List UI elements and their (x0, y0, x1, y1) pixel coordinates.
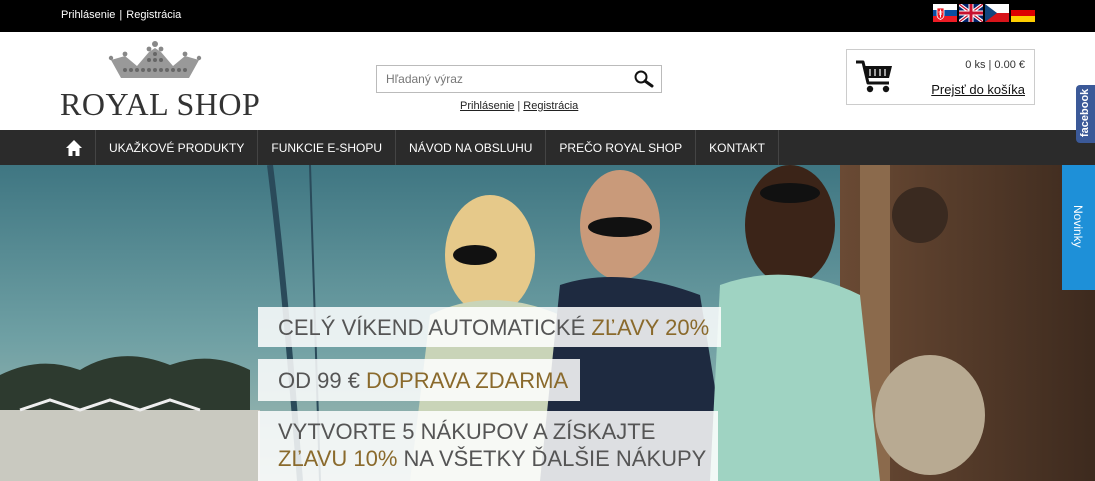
header-register-link[interactable]: Registrácia (523, 100, 578, 112)
promo-banner-weekend-discount: CELÝ VÍKEND AUTOMATICKÉ ZĽAVY 20% (258, 307, 722, 347)
promo-3-accent: ZĽAVU 10% (278, 446, 398, 471)
nav-item-ukazkove-produkty[interactable]: UKAŽKOVÉ PRODUKTY (96, 130, 259, 165)
de-flag-icon[interactable] (1011, 4, 1035, 22)
logo-text: ROYAL SHOP (60, 86, 261, 122)
novinky-tab[interactable]: Novinky (1062, 165, 1095, 290)
promo-1-accent: ZĽAVY 20% (591, 315, 710, 340)
header-account-links: Prihlásenie | Registrácia (460, 100, 578, 112)
top-account-links: Prihlásenie | Registrácia (61, 9, 181, 21)
promo-banner-loyalty-discount: VYTVORTE 5 NÁKUPOV A ZÍSKAJTE ZĽAVU 10% … (258, 411, 719, 481)
top-login-link[interactable]: Prihlásenie (61, 9, 115, 21)
facebook-tab[interactable]: facebook (1076, 85, 1095, 143)
top-bar: Prihlásenie | Registrácia (0, 0, 1095, 32)
top-links-separator: | (119, 9, 123, 21)
nav-item-kontakt[interactable]: KONTAKT (696, 130, 779, 165)
nav-home[interactable] (60, 130, 96, 165)
nav-item-funkcie-eshopu[interactable]: FUNKCIE E-SHOPU (258, 130, 397, 165)
go-to-cart-link[interactable]: Prejsť do košíka (931, 82, 1025, 97)
crown-icon (108, 41, 202, 78)
top-register-link[interactable]: Registrácia (126, 9, 181, 21)
promo-2-text: OD 99 € (278, 368, 367, 393)
cz-flag-icon[interactable] (985, 4, 1009, 22)
promo-1-text: CELÝ VÍKEND AUTOMATICKÉ (278, 315, 592, 340)
logo[interactable]: ROYAL SHOP (60, 40, 260, 122)
header-links-separator: | (517, 100, 521, 112)
header-login-link[interactable]: Prihlásenie (460, 100, 514, 112)
hero-banner[interactable]: CELÝ VÍKEND AUTOMATICKÉ ZĽAVY 20% OD 99 … (0, 165, 1095, 481)
cart-box[interactable]: 0 ks | 0.00 € Prejsť do košíka (846, 49, 1035, 105)
search-input[interactable] (377, 66, 627, 92)
language-flags (933, 4, 1035, 22)
main-nav: UKAŽKOVÉ PRODUKTY FUNKCIE E-SHOPU NÁVOD … (0, 130, 1095, 165)
facebook-tab-label: facebook (1079, 88, 1091, 137)
cart-icon (856, 60, 892, 93)
home-icon (66, 139, 82, 156)
search-icon[interactable] (633, 70, 655, 88)
promo-3-line-1: VYTVORTE 5 NÁKUPOV A ZÍSKAJTE (278, 419, 656, 444)
site-header: ROYAL SHOP Prihlásenie|Registrácia 0 ks … (0, 32, 1095, 130)
novinky-tab-label: Novinky (1071, 205, 1085, 248)
promo-3-text: NA VŠETKY ĎALŠIE NÁKUPY (397, 446, 707, 471)
promo-banner-free-shipping: OD 99 € DOPRAVA ZDARMA (258, 359, 581, 401)
main-nav-items: UKAŽKOVÉ PRODUKTY FUNKCIE E-SHOPU NÁVOD … (60, 130, 779, 165)
uk-flag-icon[interactable] (959, 4, 983, 22)
search-box (376, 65, 662, 93)
promo-2-accent: DOPRAVA ZDARMA (366, 368, 569, 393)
sk-flag-icon[interactable] (933, 4, 957, 22)
nav-item-preco-royal-shop[interactable]: PREČO ROYAL SHOP (546, 130, 697, 165)
cart-count: 0 ks | 0.00 € (965, 59, 1025, 71)
nav-item-navod-na-obsluhu[interactable]: NÁVOD NA OBSLUHU (396, 130, 547, 165)
promo-3-line-2: ZĽAVU 10% NA VŠETKY ĎALŠIE NÁKUPY (278, 445, 706, 472)
